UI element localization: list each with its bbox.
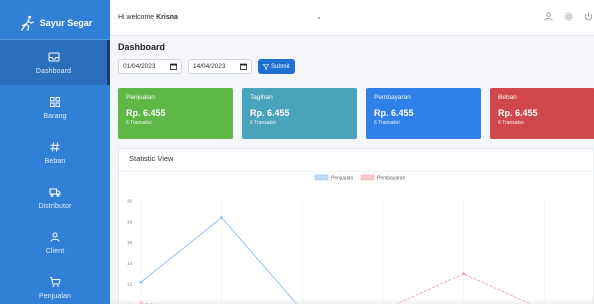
card-title: Pembayaran xyxy=(374,94,411,101)
legend-label: Pembayaran xyxy=(377,176,406,182)
card-beban[interactable]: Beban Rp. 6.455 6 Transaksi xyxy=(490,88,594,139)
sidebar-item-penjualan[interactable]: Penjualan xyxy=(0,265,110,304)
user-name: Krisna xyxy=(156,14,178,21)
calendar-icon[interactable] xyxy=(240,63,247,70)
card-value: Rp. 6.455 xyxy=(374,108,414,118)
card-sub: 6 Transaksi xyxy=(498,120,524,126)
sidebar-item-label: Penjualan xyxy=(38,292,72,300)
bottom-fade xyxy=(110,298,594,304)
sidebar: Sayur Segar Dashboard Barang Beban Distr… xyxy=(0,0,110,304)
sidebar-item-label: Distributor xyxy=(38,202,72,210)
welcome-text: Hi welcome Krisna xyxy=(118,14,178,21)
card-sub: 6 Transaksi xyxy=(250,120,276,126)
user-icon xyxy=(50,232,60,242)
card-title: Penjualan xyxy=(126,94,155,101)
card-pembayaran[interactable]: Pembayaran Rp. 6.455 6 Transaksi xyxy=(366,88,481,139)
topbar: Hi welcome Krisna xyxy=(110,0,594,36)
topbar-actions xyxy=(543,11,594,22)
card-title: Beban xyxy=(498,94,517,101)
divider xyxy=(119,171,593,172)
main-content: Dashboard 01/04/2023 14/04/2023 Submit P… xyxy=(110,36,594,304)
y-tick-label: 20 xyxy=(127,199,133,204)
start-date-value: 01/04/2023 xyxy=(123,63,156,70)
date-filter: 01/04/2023 14/04/2023 Submit xyxy=(118,59,295,74)
calendar-icon[interactable] xyxy=(170,63,177,70)
line-chart: 201816141210PenjualanPembayaran xyxy=(127,174,545,304)
card-penjualan[interactable]: Penjualan Rp. 6.455 6 Transaksi xyxy=(118,88,233,139)
end-date-value: 14/04/2023 xyxy=(193,63,226,70)
sidebar-item-label: Barang xyxy=(43,112,67,120)
sidebar-item-client[interactable]: Client xyxy=(0,220,110,265)
start-date-input[interactable]: 01/04/2023 xyxy=(118,59,182,74)
data-point xyxy=(220,216,224,220)
welcome-prefix: Hi welcome xyxy=(118,14,157,21)
sidebar-item-dashboard[interactable]: Dashboard xyxy=(0,40,110,85)
legend-swatch xyxy=(314,174,329,181)
summary-cards: Penjualan Rp. 6.455 6 Transaksi Tagihan … xyxy=(118,88,594,139)
brand[interactable]: Sayur Segar xyxy=(0,0,110,40)
sidebar-nav: Dashboard Barang Beban Distributor Clien… xyxy=(0,40,110,304)
submit-label: Submit xyxy=(271,63,290,70)
y-tick-label: 14 xyxy=(127,261,133,266)
sidebar-item-label: Beban xyxy=(44,157,66,165)
card-value: Rp. 6.455 xyxy=(498,108,538,118)
sidebar-item-barang[interactable]: Barang xyxy=(0,85,110,130)
gear-icon[interactable] xyxy=(563,11,574,22)
y-tick-label: 12 xyxy=(127,282,133,287)
card-tagihan[interactable]: Tagihan Rp. 6.455 6 Transaksi xyxy=(242,88,357,139)
sidebar-item-distributor[interactable]: Distributor xyxy=(0,175,110,220)
sidebar-item-label: Dashboard xyxy=(35,67,72,75)
y-tick-label: 18 xyxy=(127,219,133,224)
filter-icon xyxy=(263,63,269,70)
card-value: Rp. 6.455 xyxy=(126,108,166,118)
card-value: Rp. 6.455 xyxy=(250,108,290,118)
y-tick-label: 16 xyxy=(127,240,133,245)
legend-swatch xyxy=(360,174,375,181)
sidebar-item-label: Client xyxy=(45,247,65,255)
statistic-chart-card: Statistic View 201816141210PenjualanPemb… xyxy=(118,148,594,304)
hash-icon xyxy=(50,141,60,152)
sidebar-item-beban[interactable]: Beban xyxy=(0,130,110,175)
card-title: Tagihan xyxy=(250,94,273,101)
data-point xyxy=(462,272,465,276)
truck-icon xyxy=(49,188,61,197)
inbox-icon xyxy=(48,52,59,61)
end-date-input[interactable]: 14/04/2023 xyxy=(188,59,252,74)
user-icon[interactable] xyxy=(543,11,554,22)
cart-icon xyxy=(50,276,61,287)
grid-icon xyxy=(50,96,60,107)
page-title: Dashboard xyxy=(118,42,166,52)
separator-dot xyxy=(318,17,320,19)
legend-label: Penjualan xyxy=(331,176,353,182)
data-point xyxy=(139,280,143,284)
brand-name: Sayur Segar xyxy=(39,17,93,28)
submit-button[interactable]: Submit xyxy=(258,59,295,74)
card-sub: 6 Transaksi xyxy=(374,120,400,126)
card-sub: 6 Transaksi xyxy=(126,120,152,126)
running-person-icon xyxy=(20,15,34,31)
chart-title: Statistic View xyxy=(129,154,174,163)
app-window: Sayur Segar Dashboard Barang Beban Distr… xyxy=(0,0,594,304)
power-icon[interactable] xyxy=(583,11,594,22)
